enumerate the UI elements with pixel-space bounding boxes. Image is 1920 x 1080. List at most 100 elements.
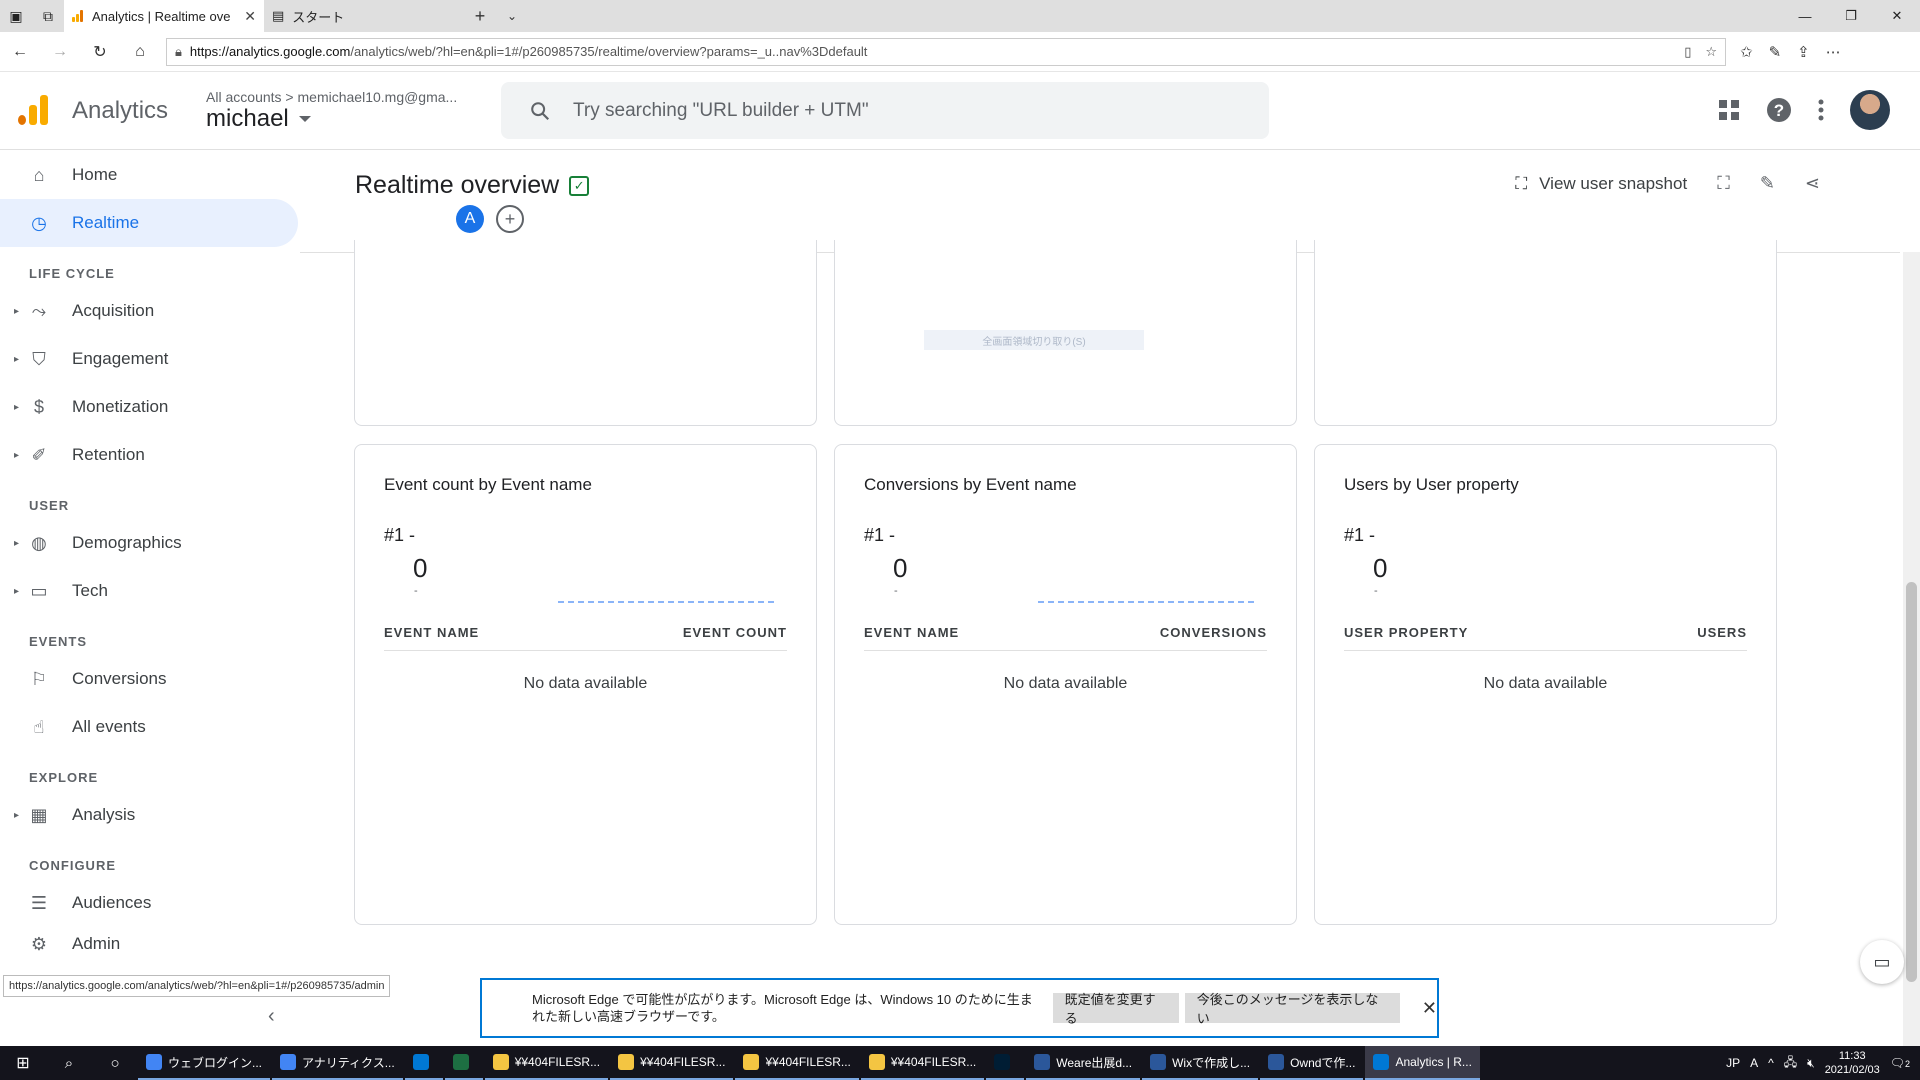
clock[interactable]: 11:33 2021/02/03 — [1825, 1049, 1880, 1077]
close-tab-icon[interactable]: ✕ — [244, 8, 256, 25]
analytics-logo-icon[interactable] — [18, 94, 50, 127]
action-center-icon[interactable]: 🗨︎2 — [1890, 1056, 1910, 1070]
sidebar-item-label: Demographics — [72, 533, 182, 552]
taskbar-app[interactable] — [444, 1046, 483, 1080]
set-tabs-aside-icon[interactable]: ⧉ — [32, 0, 64, 32]
scrollbar-thumb[interactable] — [1906, 582, 1917, 982]
windows-start-icon[interactable]: ⊞ — [0, 1053, 46, 1073]
feedback-button[interactable]: ▭ — [1860, 940, 1904, 984]
card-top-3 — [1314, 240, 1777, 426]
refresh-button[interactable]: ↻ — [80, 32, 120, 72]
taskbar-app[interactable]: Owndで作... — [1260, 1046, 1364, 1080]
edit-report-icon[interactable]: ✎ — [1760, 173, 1775, 194]
view-user-snapshot-button[interactable]: ⛶ View user snapshot — [1515, 174, 1687, 194]
taskbar-app[interactable]: ¥¥404FILESR... — [735, 1046, 859, 1080]
taskbar-app[interactable]: アナリティクス... — [272, 1046, 403, 1080]
taskbar-app[interactable]: ¥¥404FILESR... — [610, 1046, 734, 1080]
more-vert-icon[interactable] — [1818, 99, 1824, 121]
sidebar-item-monetization[interactable]: ▸ $ Monetization — [0, 383, 300, 431]
sidebar-item-analysis[interactable]: ▸ ▦ Analysis — [0, 791, 300, 839]
home-button[interactable]: ⌂ — [120, 32, 160, 72]
sidebar-item-home[interactable]: ⌂ Home — [0, 151, 300, 199]
share-icon[interactable]: ⇪ — [1797, 43, 1810, 61]
back-button[interactable]: ← — [0, 32, 40, 72]
sidebar-item-all-events[interactable]: ☝ All events — [0, 703, 300, 751]
taskbar-app[interactable]: Wixで作成し... — [1142, 1046, 1259, 1080]
more-icon[interactable]: ⋯ — [1826, 43, 1841, 61]
sidebar-item-retention[interactable]: ▸ ✐ Retention — [0, 431, 300, 479]
taskbar-app[interactable]: Analytics | R... — [1365, 1046, 1480, 1080]
column-header[interactable]: EVENT COUNT — [683, 625, 787, 640]
table-header: EVENT NAME EVENT COUNT — [384, 625, 787, 651]
column-header[interactable]: USERS — [1697, 625, 1747, 640]
favorites-icon[interactable]: ✩ — [1740, 43, 1753, 61]
volume-muted-icon[interactable]: 🔇︎ — [1807, 1056, 1815, 1071]
page-scrollbar[interactable] — [1903, 252, 1920, 1046]
sidebar-item-label: Monetization — [72, 397, 169, 416]
taskbar-app[interactable]: Weare出展d... — [1026, 1046, 1141, 1080]
browser-tab-start[interactable]: ▤ スタート — [264, 0, 464, 32]
taskbar-app[interactable]: ¥¥404FILESR... — [484, 1046, 609, 1080]
minimize-button[interactable]: — — [1782, 0, 1828, 32]
add-comparison-button[interactable]: + — [496, 205, 524, 233]
card-conversions: Conversions by Event name #1 - 0 - EVENT… — [834, 444, 1297, 925]
help-icon[interactable]: ? — [1766, 97, 1792, 123]
column-header[interactable]: CONVERSIONS — [1160, 625, 1267, 640]
taskbar-app[interactable] — [404, 1046, 443, 1080]
network-icon[interactable]: 🖧︎ — [1784, 1053, 1797, 1074]
ghost-snip-tooltip: 全画面領域切り取り(S) — [924, 330, 1144, 350]
change-default-button[interactable]: 既定値を変更する — [1052, 992, 1179, 1026]
verified-check-icon[interactable]: ✓ — [569, 175, 590, 196]
dont-show-again-button[interactable]: 今後このメッセージを表示しない — [1184, 992, 1400, 1026]
taskbar-app[interactable]: ¥¥404FILESR... — [860, 1046, 985, 1080]
collapse-sidebar-chevron-icon[interactable]: ‹ — [268, 1005, 275, 1028]
account-picker[interactable]: All accounts > memichael10.mg@gma... mic… — [206, 89, 457, 133]
sidebar-item-engagement[interactable]: ▸ ⛉ Engagement — [0, 335, 300, 383]
taskbar-app[interactable] — [986, 1046, 1025, 1080]
sidebar-item-realtime[interactable]: ◷ Realtime — [0, 199, 298, 247]
ime-indicator[interactable]: JP — [1726, 1056, 1740, 1070]
word-icon — [1150, 1054, 1167, 1070]
sparkline — [1038, 601, 1254, 603]
taskbar-app[interactable]: ウェブログイン... — [138, 1046, 271, 1080]
home-icon: ⌂ — [33, 164, 45, 185]
sidebar-item-audiences[interactable]: ☰ Audiences — [0, 879, 300, 927]
fullscreen-icon[interactable]: ⛶ — [1717, 173, 1730, 194]
ime-mode-indicator[interactable]: A — [1750, 1056, 1758, 1070]
dollar-icon: $ — [33, 396, 44, 417]
favorite-star-icon[interactable]: ☆ — [1705, 44, 1717, 60]
search-bar[interactable]: Try searching "URL builder + UTM" — [501, 82, 1269, 139]
sidebar-item-demographics[interactable]: ▸ ◍ Demographics — [0, 519, 300, 567]
app-name[interactable]: Analytics — [72, 97, 168, 125]
sidebar-item-tech[interactable]: ▸ ▭ Tech — [0, 567, 300, 615]
sidebar-item-conversions[interactable]: ⚐ Conversions — [0, 655, 300, 703]
column-header[interactable]: EVENT NAME — [384, 625, 479, 640]
url-host: https://analytics.google.com — [189, 44, 351, 59]
browser-tab-analytics[interactable]: Analytics | Realtime ove ✕ — [64, 0, 264, 32]
gear-icon: ⚙ — [30, 933, 48, 954]
tab-preview-chevron-icon[interactable]: ⌄ — [496, 0, 528, 32]
sidebar-item-acquisition[interactable]: ▸ ⤳ Acquisition — [0, 287, 300, 335]
web-note-icon[interactable]: ✎ — [1769, 43, 1782, 61]
new-tab-button[interactable]: + — [464, 0, 496, 32]
column-header[interactable]: USER PROPERTY — [1344, 625, 1468, 640]
metric-value: 0 — [413, 553, 428, 583]
reading-view-icon[interactable]: ▯ — [1684, 44, 1691, 60]
sidebar-item-admin[interactable]: ⚙ Admin — [0, 927, 300, 961]
search-icon[interactable]: ⌕ — [46, 1055, 92, 1072]
tab-actions-icon[interactable]: ▣ — [0, 0, 32, 32]
forward-button[interactable]: → — [40, 32, 80, 72]
close-window-button[interactable]: ✕ — [1874, 0, 1920, 32]
avatar[interactable] — [1850, 90, 1890, 130]
apps-grid-icon[interactable] — [1718, 99, 1740, 121]
restore-button[interactable]: ❐ — [1828, 0, 1874, 32]
view-snapshot-label: View user snapshot — [1539, 173, 1688, 193]
cortana-icon[interactable]: ○ — [92, 1055, 138, 1072]
share-icon[interactable]: ⋖ — [1805, 173, 1820, 194]
column-header[interactable]: EVENT NAME — [864, 625, 959, 640]
close-icon[interactable]: ✕ — [1422, 998, 1437, 1019]
comparison-chip[interactable]: A — [456, 205, 484, 233]
show-hidden-icons-icon[interactable]: ^ — [1768, 1056, 1774, 1070]
acquisition-icon: ⤳ — [31, 300, 47, 321]
url-field[interactable]: 🔒︎ https://analytics.google.com/analytic… — [166, 37, 1726, 66]
